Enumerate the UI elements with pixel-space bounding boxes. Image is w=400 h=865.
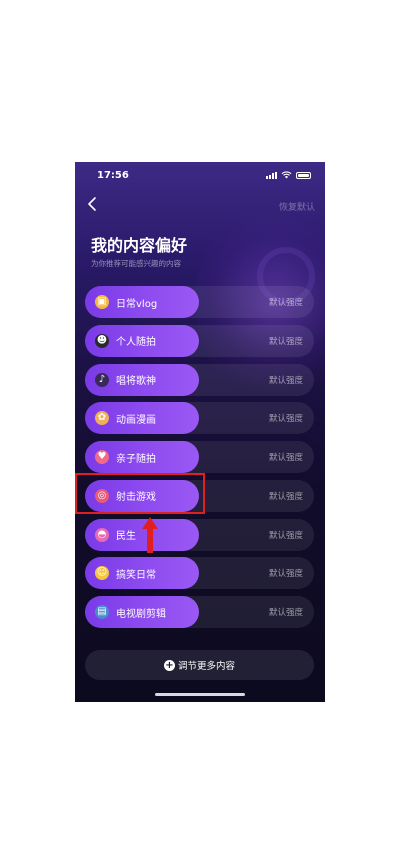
- cartoon-cat-icon: ✿: [95, 411, 109, 426]
- preference-pill[interactable]: ✿ 动画漫画: [85, 402, 199, 435]
- battery-icon: [296, 172, 311, 179]
- preference-row-funny[interactable]: ☺ 搞笑日常 默认强度: [85, 557, 315, 590]
- wifi-icon: [281, 171, 292, 179]
- preference-row-daily-vlog[interactable]: ▣ 日常vlog 默认强度: [85, 286, 315, 318]
- status-icons: [266, 171, 311, 179]
- preference-label: 电视剧剪辑: [116, 608, 166, 620]
- strength-label: 默认强度: [268, 298, 303, 308]
- preference-label: 搞笑日常: [116, 569, 156, 581]
- family-icon: ♥: [95, 450, 109, 464]
- preference-pill[interactable]: ☻ 个人随拍: [85, 324, 199, 357]
- singer-icon: ♪: [95, 372, 109, 387]
- preference-pill[interactable]: ◎ 射击游戏: [85, 479, 199, 512]
- strength-label: 默认强度: [268, 569, 303, 580]
- page-subtitle: 为你推荐可能感兴趣的内容: [91, 259, 181, 268]
- strength-label: 默认强度: [268, 491, 303, 502]
- camera-icon: ▣: [95, 295, 109, 309]
- plus-icon: +: [163, 659, 175, 671]
- page-title: 我的内容偏好: [91, 236, 188, 255]
- preference-row-tv-drama[interactable]: ▤ 电视剧剪辑 默认强度: [85, 596, 315, 628]
- preference-row-selfie[interactable]: ☻ 个人随拍 默认强度: [85, 324, 315, 357]
- preference-label: 亲子随拍: [116, 453, 156, 465]
- laughing-face-icon: ☺: [95, 566, 109, 581]
- chevron-left-icon: [88, 197, 96, 211]
- strength-label: 默认强度: [268, 336, 303, 347]
- preference-label: 动画漫画: [116, 414, 156, 426]
- preference-pill[interactable]: ♥ 亲子随拍: [85, 441, 199, 473]
- strength-label: 默认强度: [268, 530, 303, 541]
- strength-label: 默认强度: [268, 453, 303, 463]
- adjust-more-label: 调节更多内容: [177, 661, 235, 672]
- signal-icon: [266, 172, 277, 179]
- strength-label: 默认强度: [268, 375, 303, 386]
- preference-label: 个人随拍: [116, 337, 156, 349]
- hat-icon: ◓: [95, 527, 109, 542]
- tv-drama-icon: ▤: [95, 605, 109, 619]
- preference-row-shooting-game[interactable]: ◎ 射击游戏 默认强度: [85, 479, 315, 512]
- arrow-up-icon: [142, 517, 158, 553]
- preference-row-family[interactable]: ♥ 亲子随拍 默认强度: [85, 441, 315, 473]
- restore-default-button[interactable]: 恢复默认: [279, 200, 315, 213]
- preference-label: 射击游戏: [116, 492, 156, 504]
- phone-screen: 17:56 恢复默认 我的内容偏好 为你推荐可能感兴趣的内容 ▣ 日常vlog: [75, 162, 325, 702]
- adjust-more-button[interactable]: + 调节更多内容: [85, 650, 314, 680]
- status-bar: 17:56: [75, 162, 325, 190]
- preference-list: ▣ 日常vlog 默认强度 ☻ 个人随拍 默认强度 ♪ 唱将歌神 默认强度 ✿ …: [85, 286, 315, 635]
- preference-label: 民生: [116, 531, 136, 542]
- preference-label: 唱将歌神: [116, 376, 156, 387]
- preference-row-livelihood[interactable]: ◓ 民生 默认强度: [85, 518, 315, 551]
- preference-row-singer[interactable]: ♪ 唱将歌神 默认强度: [85, 363, 315, 396]
- home-indicator: [155, 693, 245, 696]
- preference-label: 日常vlog: [116, 298, 158, 310]
- selfie-icon: ☻: [95, 333, 109, 348]
- preference-pill[interactable]: ▤ 电视剧剪辑: [85, 596, 199, 628]
- preference-pill[interactable]: ☺ 搞笑日常: [85, 557, 199, 590]
- preference-pill[interactable]: ▣ 日常vlog: [85, 286, 199, 318]
- strength-label: 默认强度: [268, 608, 303, 618]
- strength-label: 默认强度: [268, 414, 303, 425]
- preference-row-animation[interactable]: ✿ 动画漫画 默认强度: [85, 402, 315, 435]
- back-button[interactable]: [84, 196, 100, 214]
- status-time: 17:56: [97, 170, 129, 181]
- preference-pill[interactable]: ♪ 唱将歌神: [85, 363, 199, 396]
- target-icon: ◎: [95, 488, 109, 503]
